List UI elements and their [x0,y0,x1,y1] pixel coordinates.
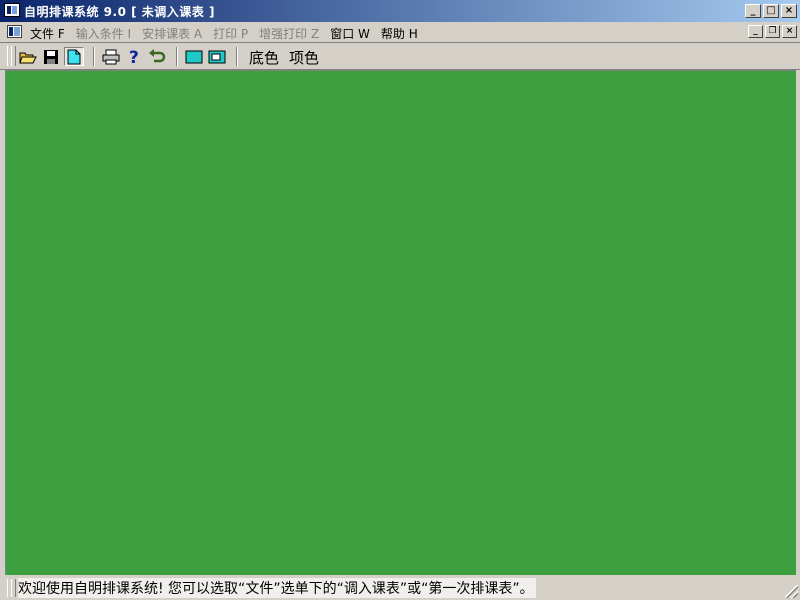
caption-buttons: _ □ × [743,4,797,18]
svg-text:?: ? [129,48,139,66]
window-title: 自明排课系统 9.0 [ 未调入课表 ] [24,5,215,19]
menu-arrange-schedule[interactable]: 安排课表 A [142,25,202,42]
menu-window[interactable]: 窗口 W [330,25,370,42]
resize-grip[interactable] [785,585,798,598]
menu-input-conditions[interactable]: 输入条件 I [76,25,131,42]
status-grip [11,579,16,597]
mdi-close-button[interactable]: × [782,25,797,38]
toolbar-grip[interactable] [11,46,16,66]
toolbar-separator [236,47,238,66]
mdi-minimize-button[interactable]: _ [748,25,763,38]
new-document-icon [67,49,81,64]
title-bar[interactable]: 自明排课系统 9.0 [ 未调入课表 ] _ □ × [0,0,800,22]
document-window-icon[interactable] [7,25,22,38]
mdi-caption-buttons: _ ❐ × [746,25,797,38]
toolbar-separator [93,47,95,66]
toolbar-separator [176,47,178,66]
color-swatch-icon [185,50,203,63]
menu-items: 文件 F 输入条件 I 安排课表 A 打印 P 增强打印 Z 窗口 W 帮助 H [30,25,429,42]
mdi-client-area[interactable] [5,70,796,575]
close-button[interactable]: × [781,4,797,18]
mdi-restore-button[interactable]: ❐ [765,25,780,38]
background-color-button[interactable] [184,47,204,66]
new-document-button[interactable] [64,47,84,66]
undo-button[interactable] [147,47,167,66]
app-icon[interactable] [4,3,20,17]
toolbar: ? 底色 项色 [0,43,800,70]
main-window: 自明排课系统 9.0 [ 未调入课表 ] _ □ × 文件 F 输入条件 I 安… [0,0,800,600]
print-icon [102,49,120,64]
menu-help[interactable]: 帮助 H [381,25,418,42]
item-color-label-button[interactable]: 项色 [289,47,319,68]
menu-file[interactable]: 文件 F [30,25,65,42]
open-folder-icon [19,52,37,63]
menu-bar: 文件 F 输入条件 I 安排课表 A 打印 P 增强打印 Z 窗口 W 帮助 H… [0,22,800,43]
save-button[interactable] [41,47,61,66]
menu-print[interactable]: 打印 P [213,25,248,42]
help-icon: ? [129,48,139,66]
color-swatch-2-icon [208,50,226,63]
minimize-button[interactable]: _ [745,4,761,18]
undo-icon [149,48,166,62]
open-button[interactable] [18,47,38,66]
status-bar: 欢迎使用自明排课系统! 您可以选取“文件”选单下的“调入课表”或“第一次排课表”… [0,576,800,600]
background-color-label-button[interactable]: 底色 [249,47,279,68]
help-button[interactable]: ? [124,47,144,66]
maximize-button[interactable]: □ [763,4,779,18]
save-disk-icon [44,49,58,64]
menu-enhanced-print[interactable]: 增强打印 Z [259,25,319,42]
print-button[interactable] [101,47,121,66]
status-message: 欢迎使用自明排课系统! 您可以选取“文件”选单下的“调入课表”或“第一次排课表”… [18,578,536,598]
item-color-button[interactable] [207,47,227,66]
